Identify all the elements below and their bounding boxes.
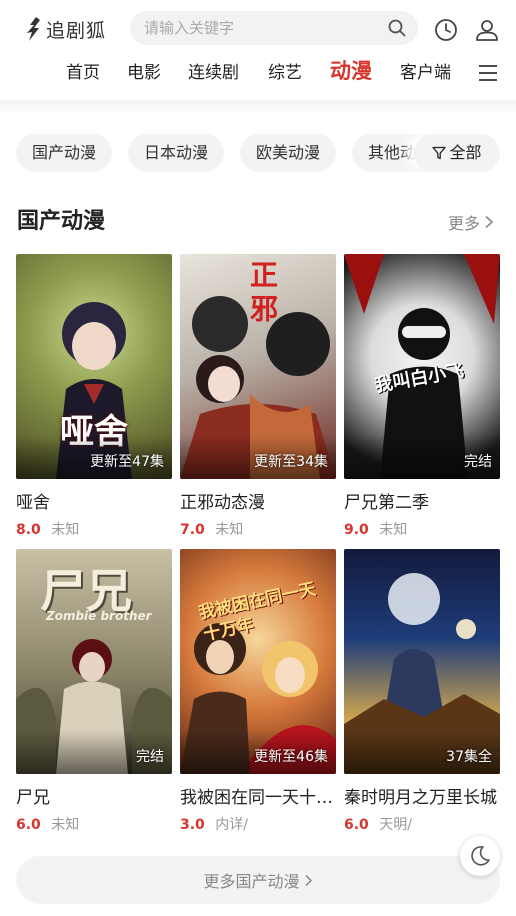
card-info: 内详/ xyxy=(215,817,248,833)
nav-item-client[interactable]: 客户端 xyxy=(400,58,451,83)
clock-icon[interactable] xyxy=(434,18,458,42)
chip-western-anime[interactable]: 欧美动漫 xyxy=(240,134,337,172)
nav-item-variety[interactable]: 综艺 xyxy=(268,58,302,83)
user-icon[interactable] xyxy=(475,18,499,42)
poster[interactable]: 正邪 更新至34集 xyxy=(180,254,336,479)
filter-icon xyxy=(432,146,447,160)
more-domestic-anime-button[interactable]: 更多国产动漫 xyxy=(16,856,500,904)
episode-status: 37集全 xyxy=(446,749,492,765)
card-info: 未知 xyxy=(51,522,80,538)
poster[interactable]: 37集全 xyxy=(344,549,500,774)
card-info: 天明/ xyxy=(379,817,412,833)
main-nav: 首页 电影 连续剧 综艺 动漫 客户端 xyxy=(0,52,516,92)
score: 3.0 xyxy=(180,817,205,833)
nav-item-anime[interactable]: 动漫 xyxy=(330,55,372,85)
card-title[interactable]: 正邪动态漫 xyxy=(180,488,336,513)
header: 追剧狐 首页 电影 连续剧 综艺 动漫 客户端 xyxy=(0,0,516,100)
more-link-label: 更多 xyxy=(447,214,480,233)
more-button-label: 更多国产动漫 xyxy=(203,872,300,891)
chip-domestic-anime[interactable]: 国产动漫 xyxy=(16,134,113,172)
video-card[interactable]: 哑舍 更新至47集 哑舍 8.0 未知 xyxy=(16,254,172,538)
card-title[interactable]: 我被困在同一天十万年 xyxy=(180,783,336,808)
card-info: 未知 xyxy=(51,817,80,833)
section-title: 国产动漫 xyxy=(17,209,106,234)
episode-status: 更新至47集 xyxy=(90,454,164,470)
video-card[interactable]: 尸兄 Zombie brother 完结 尸兄 6.0 未知 xyxy=(16,549,172,833)
nav-item-home[interactable]: 首页 xyxy=(66,58,100,83)
filter-all-label: 全部 xyxy=(449,143,482,162)
episode-status: 完结 xyxy=(136,749,164,765)
episode-status: 更新至46集 xyxy=(254,749,328,765)
video-card[interactable]: 37集全 秦时明月之万里长城 6.0 天明/ xyxy=(344,549,500,833)
card-meta: 9.0 未知 xyxy=(344,519,407,539)
score: 8.0 xyxy=(16,522,41,538)
score: 7.0 xyxy=(180,522,205,538)
moon-icon xyxy=(471,846,490,866)
nav-item-movie[interactable]: 电影 xyxy=(127,58,161,83)
chevron-right-icon xyxy=(304,874,312,886)
fox-logo-icon xyxy=(27,17,40,41)
logo[interactable]: 追剧狐 xyxy=(24,14,106,44)
card-info: 未知 xyxy=(215,522,244,538)
card-meta: 6.0 天明/ xyxy=(344,814,412,834)
score: 6.0 xyxy=(16,817,41,833)
episode-status: 更新至34集 xyxy=(254,454,328,470)
nav-item-series[interactable]: 连续剧 xyxy=(188,58,239,83)
poster[interactable]: 哑舍 更新至47集 xyxy=(16,254,172,479)
score: 6.0 xyxy=(344,817,369,833)
logo-text: 追剧狐 xyxy=(46,19,107,42)
poster[interactable]: 我叫白小飞 完结 xyxy=(344,254,500,479)
poster-subtitle-art: Zombie brother xyxy=(46,609,152,623)
section-more-link[interactable]: 更多 xyxy=(448,210,494,234)
search-input[interactable] xyxy=(144,11,374,45)
header-divider xyxy=(0,100,516,114)
search-bar[interactable] xyxy=(130,11,418,45)
card-title[interactable]: 尸兄第二季 xyxy=(344,488,500,513)
poster-title-art: 正邪 xyxy=(246,260,279,328)
card-meta: 7.0 未知 xyxy=(180,519,243,539)
card-meta: 6.0 未知 xyxy=(16,814,79,834)
chip-japanese-anime[interactable]: 日本动漫 xyxy=(128,134,225,172)
score: 9.0 xyxy=(344,522,369,538)
filter-all-button[interactable]: 全部 xyxy=(414,134,500,172)
chevron-right-icon xyxy=(485,215,494,229)
card-title[interactable]: 哑舍 xyxy=(16,488,172,513)
dark-mode-toggle[interactable] xyxy=(460,836,500,876)
poster[interactable]: 尸兄 Zombie brother 完结 xyxy=(16,549,172,774)
search-icon[interactable] xyxy=(388,19,406,37)
video-card[interactable]: 正邪 更新至34集 正邪动态漫 7.0 未知 xyxy=(180,254,336,538)
card-title[interactable]: 秦时明月之万里长城 xyxy=(344,783,500,808)
card-info: 未知 xyxy=(379,522,408,538)
card-meta: 3.0 内详/ xyxy=(180,814,248,834)
card-meta: 8.0 未知 xyxy=(16,519,79,539)
poster[interactable]: 我被困在同一天十万年 更新至46集 xyxy=(180,549,336,774)
video-card[interactable]: 我叫白小飞 完结 尸兄第二季 9.0 未知 xyxy=(344,254,500,538)
menu-icon[interactable] xyxy=(478,64,498,82)
video-card[interactable]: 我被困在同一天十万年 更新至46集 我被困在同一天十万年 3.0 内详/ xyxy=(180,549,336,833)
card-title[interactable]: 尸兄 xyxy=(16,783,172,808)
episode-status: 完结 xyxy=(464,454,492,470)
